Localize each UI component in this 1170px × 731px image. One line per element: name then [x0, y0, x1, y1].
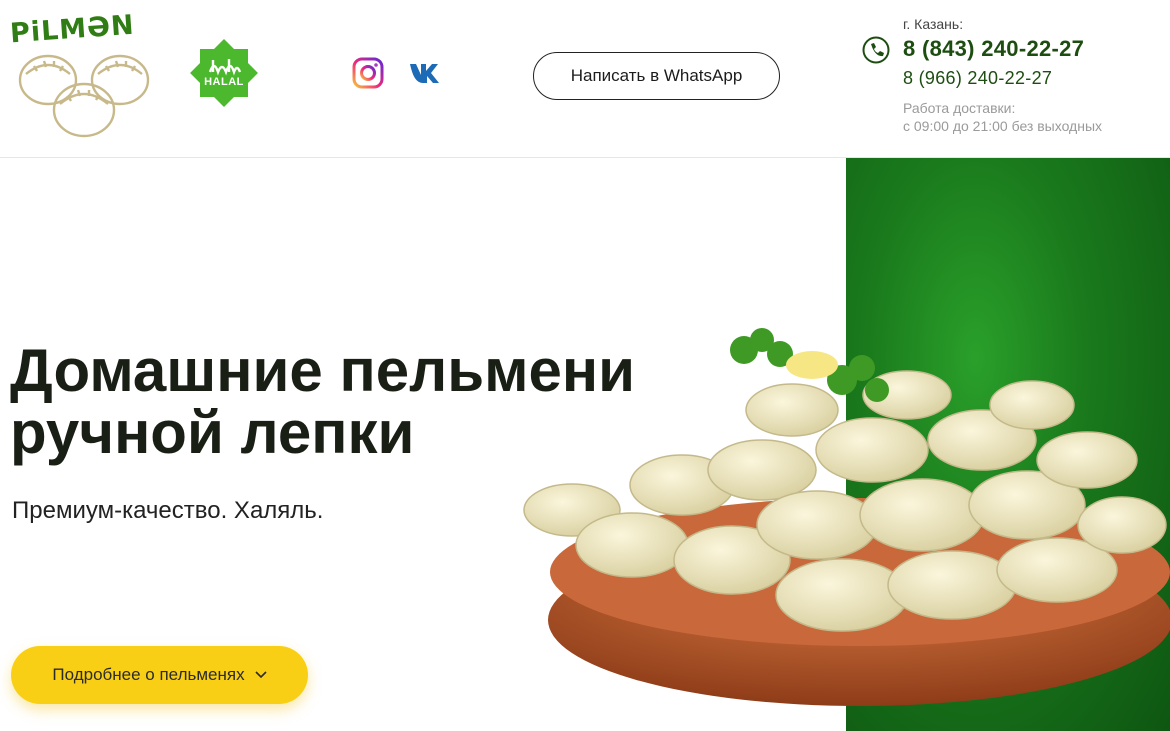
hero-headline-line2: ручной лепки	[10, 399, 415, 466]
hero-headline-line1: Домашние пельмени	[10, 337, 635, 404]
vk-link[interactable]	[408, 56, 448, 90]
site-header: PiLMƏN HALAL Написать в WhatsApp г. Каза…	[0, 0, 1170, 158]
instagram-link[interactable]	[351, 56, 385, 90]
vk-icon	[410, 64, 439, 83]
hero-subline: Премиум-качество. Халяль.	[12, 497, 324, 524]
phone-second-link[interactable]: 8 (966) 240-22-27	[903, 68, 1052, 89]
city-label: г. Казань:	[903, 16, 964, 32]
phone-main-link[interactable]: 8 (843) 240-22-27	[903, 36, 1084, 62]
more-about-dumplings-button[interactable]: Подробнее о пельменях	[11, 646, 308, 704]
chevron-down-icon	[255, 671, 267, 679]
delivery-hours-value: с 09:00 до 21:00 без выходных	[903, 118, 1103, 134]
dumplings-logo-icon	[18, 54, 150, 138]
instagram-icon	[352, 57, 384, 89]
more-button-label: Подробнее о пельменях	[52, 665, 245, 684]
halal-star-icon	[190, 39, 258, 107]
halal-badge: HALAL	[183, 32, 265, 114]
delivery-hours-label: Работа доставки:	[903, 100, 1016, 116]
whatsapp-button[interactable]: Написать в WhatsApp	[533, 52, 780, 100]
phone-icon	[862, 36, 890, 64]
hero-headline: Домашние пельмени ручной лепки	[10, 340, 710, 464]
halal-label: HALAL	[204, 76, 244, 88]
brand-logo[interactable]: PiLMƏN	[9, 10, 152, 140]
